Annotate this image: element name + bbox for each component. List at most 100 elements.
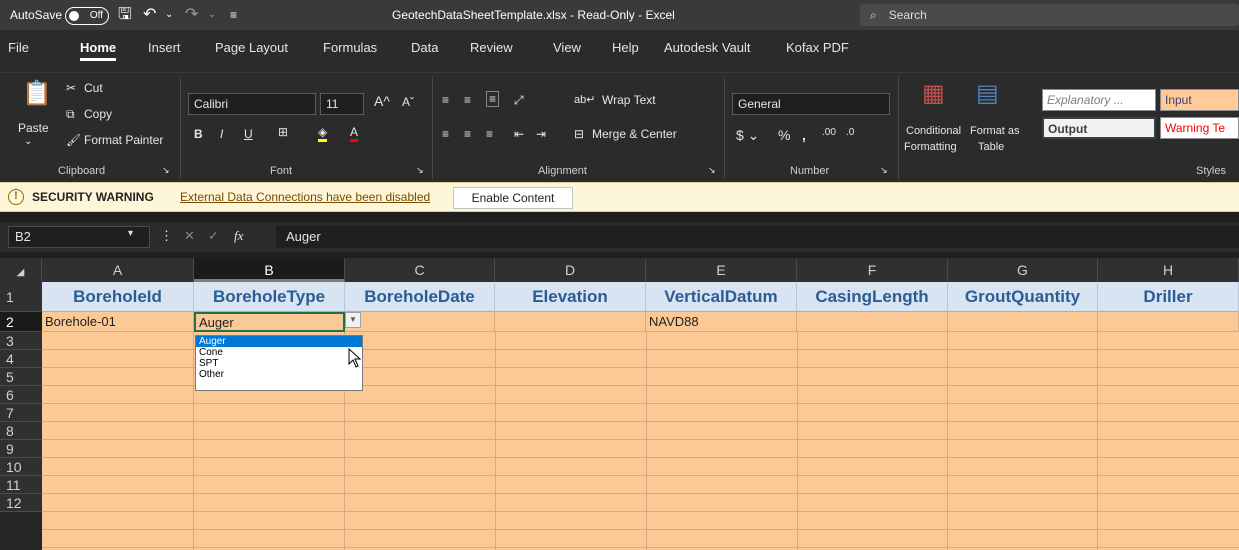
column-header-h[interactable]: H bbox=[1098, 258, 1239, 282]
number-format-combo[interactable]: General bbox=[732, 93, 890, 115]
number-launcher-icon[interactable]: ↘ bbox=[880, 165, 888, 176]
undo-icon[interactable]: ↶ bbox=[143, 0, 156, 30]
dropdown-option-spt[interactable]: SPT bbox=[196, 358, 362, 369]
conditional-formatting-label-2[interactable]: Formatting bbox=[904, 141, 957, 153]
wrap-text-icon[interactable]: ab↵ bbox=[574, 93, 595, 106]
row-header-9[interactable]: 9 bbox=[0, 440, 42, 458]
column-header-c[interactable]: C bbox=[345, 258, 495, 282]
enter-icon[interactable]: ✓ bbox=[208, 228, 219, 244]
format-as-table-label-1[interactable]: Format as bbox=[970, 125, 1020, 137]
row-header-11[interactable]: 11 bbox=[0, 476, 42, 494]
cell-c2[interactable] bbox=[345, 312, 495, 332]
tab-formulas[interactable]: Formulas bbox=[323, 40, 377, 55]
align-left-icon[interactable]: ≡ bbox=[442, 127, 449, 141]
font-size-combo[interactable]: 11 bbox=[320, 93, 364, 115]
cell-b1[interactable]: BoreholeType bbox=[194, 282, 345, 312]
decrease-decimal-icon[interactable]: .0 bbox=[846, 127, 854, 138]
align-right-icon[interactable]: ≡ bbox=[486, 127, 493, 141]
formula-input[interactable]: Auger bbox=[276, 226, 1239, 248]
column-header-g[interactable]: G bbox=[948, 258, 1098, 282]
cell-f2[interactable] bbox=[797, 312, 948, 332]
tab-autodesk-vault[interactable]: Autodesk Vault bbox=[664, 40, 750, 55]
wrap-text-button[interactable]: Wrap Text bbox=[602, 93, 656, 107]
conditional-formatting-icon[interactable]: ▦ bbox=[922, 79, 945, 108]
font-name-combo[interactable]: Calibri bbox=[188, 93, 316, 115]
search-box[interactable]: ⌕ Search bbox=[860, 4, 1239, 26]
tab-review[interactable]: Review bbox=[470, 40, 513, 55]
row-header-3[interactable]: 3 bbox=[0, 332, 42, 350]
increase-font-icon[interactable]: A^ bbox=[374, 93, 390, 109]
decrease-indent-icon[interactable]: ⇤ bbox=[514, 127, 524, 141]
format-painter-icon[interactable]: 🖌 bbox=[66, 133, 81, 147]
tab-data[interactable]: Data bbox=[411, 40, 438, 55]
cell-e1[interactable]: VerticalDatum bbox=[646, 282, 797, 312]
increase-decimal-icon[interactable]: .00 bbox=[822, 127, 836, 138]
orientation-icon[interactable]: ⤢ bbox=[514, 93, 524, 108]
cell-h1[interactable]: Driller bbox=[1098, 282, 1239, 312]
row-header-5[interactable]: 5 bbox=[0, 368, 42, 386]
style-input[interactable]: Input bbox=[1160, 89, 1239, 111]
cell-e2[interactable]: NAVD88 bbox=[646, 312, 797, 332]
tab-insert[interactable]: Insert bbox=[148, 40, 181, 55]
format-as-table-icon[interactable]: ▤ bbox=[976, 79, 999, 108]
cell-c1[interactable]: BoreholeDate bbox=[345, 282, 495, 312]
merge-icon[interactable]: ⊟ bbox=[574, 127, 584, 141]
cell-a2[interactable]: Borehole-01 bbox=[42, 312, 194, 332]
dropdown-option-auger[interactable]: Auger bbox=[196, 336, 362, 347]
name-box-dropdown-icon[interactable]: ▾ bbox=[128, 228, 133, 239]
row-header-1[interactable]: 1 bbox=[0, 282, 42, 312]
tab-help[interactable]: Help bbox=[612, 40, 639, 55]
paste-dropdown-icon[interactable]: ⌄ bbox=[24, 136, 32, 147]
row-header-8[interactable]: 8 bbox=[0, 422, 42, 440]
dropdown-option-other[interactable]: Other bbox=[196, 369, 362, 380]
row-header-7[interactable]: 7 bbox=[0, 404, 42, 422]
cell-f1[interactable]: CasingLength bbox=[797, 282, 948, 312]
row-header-12[interactable]: 12 bbox=[0, 494, 42, 512]
alignment-launcher-icon[interactable]: ↘ bbox=[708, 165, 716, 176]
cut-icon[interactable]: ✂ bbox=[66, 81, 76, 95]
style-warning-text[interactable]: Warning Te bbox=[1160, 117, 1239, 139]
copy-button[interactable]: Copy bbox=[84, 107, 112, 121]
clipboard-launcher-icon[interactable]: ↘ bbox=[162, 165, 170, 176]
redo-icon[interactable]: ↷ bbox=[185, 0, 198, 30]
column-header-a[interactable]: A bbox=[42, 258, 194, 282]
paste-button[interactable]: Paste bbox=[18, 121, 49, 135]
align-middle-icon[interactable]: ≡ bbox=[464, 93, 471, 107]
decrease-font-icon[interactable]: Aˇ bbox=[402, 95, 414, 109]
column-header-d[interactable]: D bbox=[495, 258, 646, 282]
style-output[interactable]: Output bbox=[1042, 117, 1156, 139]
format-painter-button[interactable]: Format Painter bbox=[84, 133, 163, 147]
autosave-toggle[interactable]: Off bbox=[65, 0, 109, 30]
borders-icon[interactable]: ⊞ bbox=[278, 125, 288, 139]
undo-dropdown-icon[interactable]: ⌄ bbox=[165, 0, 173, 30]
row-header-6[interactable]: 6 bbox=[0, 386, 42, 404]
cell-g1[interactable]: GroutQuantity bbox=[948, 282, 1098, 312]
cell-h2[interactable] bbox=[1098, 312, 1239, 332]
style-explanatory[interactable]: Explanatory ... bbox=[1042, 89, 1156, 111]
bold-icon[interactable]: B bbox=[194, 127, 203, 141]
tab-file[interactable]: File bbox=[8, 40, 29, 55]
tab-home[interactable]: Home bbox=[80, 40, 117, 61]
underline-icon[interactable]: U bbox=[244, 127, 253, 141]
tab-kofax-pdf[interactable]: Kofax PDF bbox=[786, 40, 849, 55]
cell-g2[interactable] bbox=[948, 312, 1098, 332]
comma-icon[interactable]: , bbox=[802, 127, 806, 143]
fill-color-icon[interactable]: ◈ bbox=[318, 125, 328, 142]
customize-quick-access-icon[interactable]: ≡ bbox=[230, 0, 237, 30]
row-header-2[interactable]: 2 bbox=[0, 312, 42, 332]
column-header-e[interactable]: E bbox=[646, 258, 797, 282]
cancel-icon[interactable]: ✕ bbox=[184, 228, 195, 244]
column-header-f[interactable]: F bbox=[797, 258, 948, 282]
cut-button[interactable]: Cut bbox=[84, 81, 103, 95]
currency-icon[interactable]: $ ⌄ bbox=[736, 127, 759, 144]
conditional-formatting-label-1[interactable]: Conditional bbox=[906, 125, 961, 137]
font-color-icon[interactable]: A bbox=[350, 125, 359, 142]
cell-b2[interactable]: Auger bbox=[194, 312, 345, 332]
save-icon[interactable]: 🖫 bbox=[118, 0, 132, 30]
tab-view[interactable]: View bbox=[553, 40, 581, 55]
italic-icon[interactable]: I bbox=[220, 127, 223, 141]
validation-dropdown-button[interactable]: ▼ bbox=[345, 312, 361, 328]
align-bottom-icon[interactable]: ≡ bbox=[486, 91, 500, 107]
cell-d2[interactable] bbox=[495, 312, 646, 332]
select-all-corner[interactable]: ◢ bbox=[0, 258, 42, 282]
